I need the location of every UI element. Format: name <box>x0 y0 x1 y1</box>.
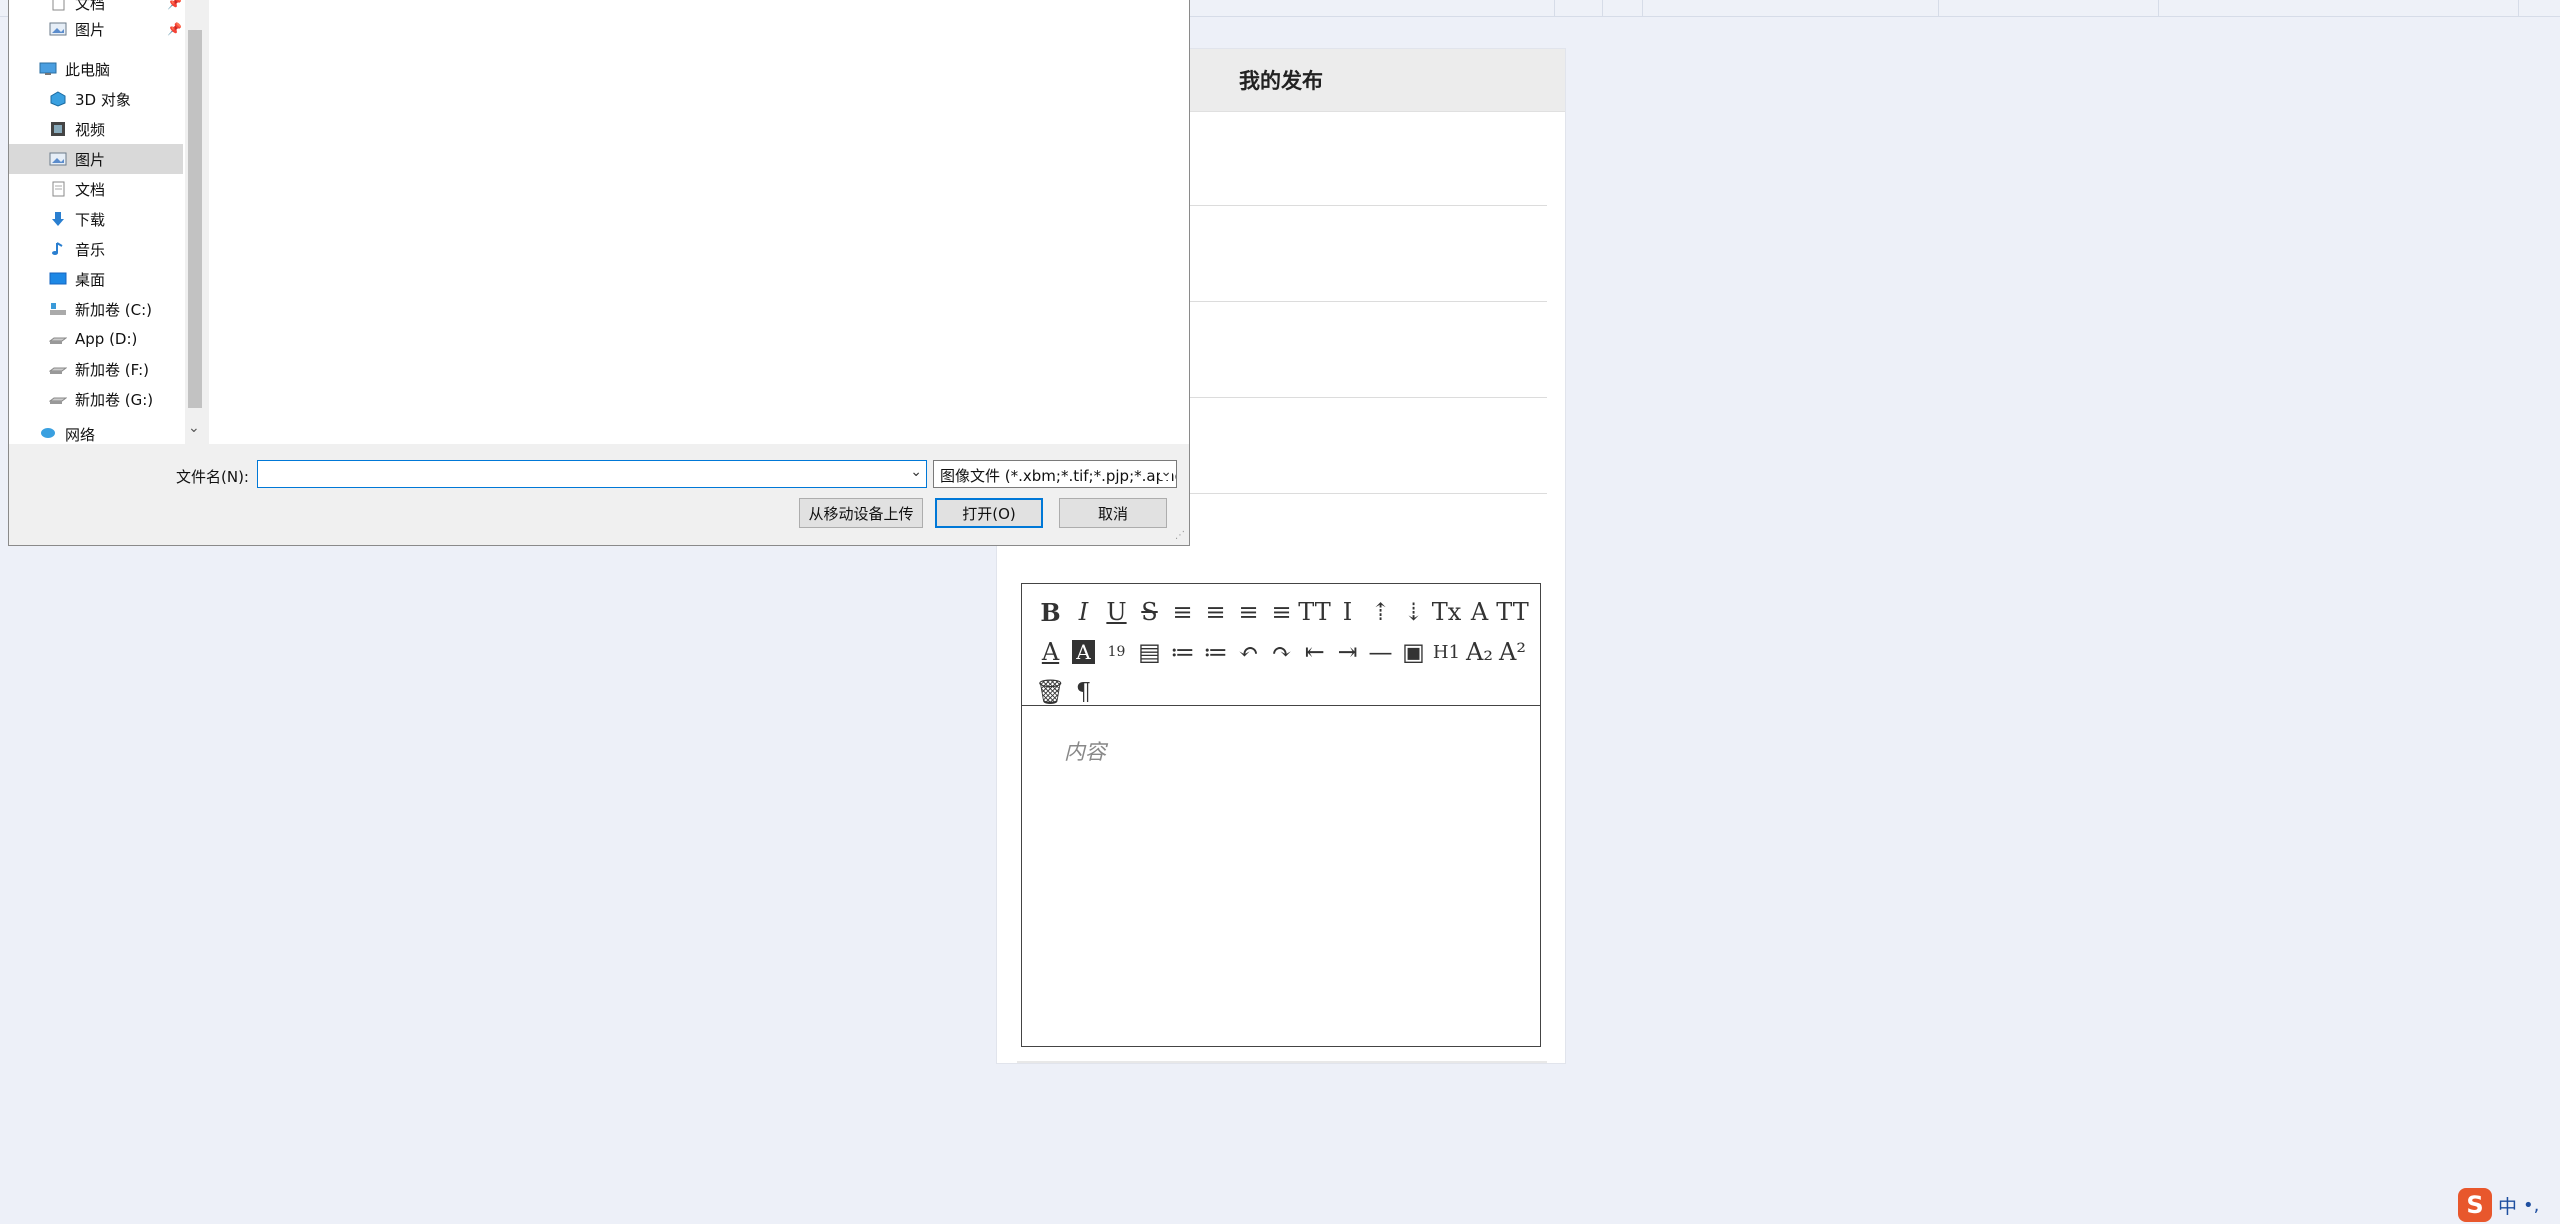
pin-icon: 📌 <box>167 22 182 36</box>
nav-separator <box>1602 0 1603 16</box>
pictures-icon <box>49 152 67 166</box>
line-height-icon[interactable]: TT <box>1298 592 1331 632</box>
ordered-list-icon[interactable]: ≔ <box>1166 632 1199 672</box>
navigation-pane: 文档 📌 图片 📌 此电脑 3D 对象 视频 图片 文档 下载 音乐 桌面 新加… <box>9 0 205 444</box>
font-color-icon[interactable]: A <box>1034 632 1067 672</box>
ime-punctuation-mode[interactable]: •, <box>2523 1195 2539 1216</box>
document-icon <box>52 181 65 197</box>
pin-icon: 📌 <box>167 0 182 10</box>
cancel-button[interactable]: 取消 <box>1059 498 1167 528</box>
download-icon <box>52 212 64 226</box>
subscript-icon[interactable]: A₂ <box>1463 632 1496 672</box>
sogou-logo-icon: S <box>2458 1188 2492 1222</box>
paste-icon[interactable]: ▤ <box>1133 632 1166 672</box>
desktop-icon <box>49 272 67 285</box>
indent-icon[interactable]: ⇥ <box>1331 632 1364 672</box>
font-size-icon[interactable]: TT <box>1496 592 1529 632</box>
insert-image-icon[interactable]: ▣ <box>1397 632 1430 672</box>
paragraph-icon[interactable]: ¶ <box>1067 672 1100 712</box>
heading-icon[interactable]: H1 <box>1430 632 1463 672</box>
network-icon <box>41 428 55 438</box>
chevron-down-icon[interactable]: ⌄ <box>1160 464 1172 480</box>
open-button[interactable]: 打开(O) <box>935 498 1043 528</box>
nav-separator <box>2158 0 2159 16</box>
nav-separator <box>2518 0 2519 16</box>
drive-icon <box>50 303 66 315</box>
upload-from-mobile-button[interactable]: 从移动设备上传 <box>799 498 923 528</box>
panel-bottom-divider <box>1017 1061 1547 1063</box>
text-cursor-icon[interactable]: I <box>1331 592 1364 632</box>
redo-icon[interactable]: ↷ <box>1265 632 1298 672</box>
date-icon[interactable]: 19 <box>1100 632 1133 672</box>
nav-separator <box>1642 0 1643 16</box>
align-left-icon[interactable]: ≡ <box>1166 592 1199 632</box>
align-justify-icon[interactable]: ≡ <box>1265 592 1298 632</box>
document-icon <box>52 0 65 11</box>
nav-separator <box>1554 0 1555 16</box>
filename-label: 文件名(N): <box>176 468 249 486</box>
file-open-dialog: 文档 📌 图片 📌 此电脑 3D 对象 视频 图片 文档 下载 音乐 桌面 新加… <box>8 0 1190 546</box>
italic-icon[interactable]: I <box>1067 592 1100 632</box>
chevron-down-icon[interactable]: ⌄ <box>910 464 922 480</box>
file-list-area[interactable] <box>209 0 1189 444</box>
scrollbar-thumb[interactable] <box>188 30 202 408</box>
underline-icon[interactable]: U <box>1100 592 1133 632</box>
superscript-icon[interactable]: A² <box>1496 632 1529 672</box>
3d-objects-icon <box>50 91 66 107</box>
horizontal-rule-icon[interactable]: — <box>1364 632 1397 672</box>
ime-indicator[interactable]: S 中 •, <box>2458 1188 2539 1222</box>
font-family-icon[interactable]: A <box>1463 592 1496 632</box>
align-right-icon[interactable]: ≡ <box>1232 592 1265 632</box>
file-type-select[interactable]: 图像文件 (*.xbm;*.tif;*.pjp;*.apng ⌄ <box>933 460 1177 488</box>
nav-scrollbar[interactable]: ⌄ <box>185 0 205 444</box>
bold-icon[interactable]: B <box>1034 592 1067 632</box>
nav-item-pictures[interactable]: 图片 <box>9 144 183 174</box>
ime-language[interactable]: 中 <box>2498 1192 2517 1219</box>
drive-icon <box>49 367 67 374</box>
resize-grip-icon[interactable]: ⋰ <box>1175 530 1185 541</box>
video-icon <box>51 122 65 136</box>
drive-icon <box>49 337 67 344</box>
nav-separator <box>1938 0 1939 16</box>
music-icon <box>52 242 63 255</box>
rich-text-editor[interactable]: B I U S ≡ ≡ ≡ ≡ TT I ⇡ ⇣ Tx A TT A A 19 … <box>1021 583 1541 1047</box>
trash-icon[interactable]: 🗑 <box>1034 672 1067 712</box>
computer-icon <box>39 62 57 75</box>
outdent-icon[interactable]: ⇤ <box>1298 632 1331 672</box>
space-after-icon[interactable]: ⇣ <box>1397 592 1430 632</box>
unordered-list-icon[interactable]: ≔ <box>1199 632 1232 672</box>
chevron-down-icon[interactable]: ⌄ <box>188 420 200 436</box>
drive-icon <box>49 397 67 404</box>
filename-input[interactable]: ⌄ <box>257 460 927 488</box>
pictures-icon <box>49 22 67 36</box>
undo-icon[interactable]: ↶ <box>1232 632 1265 672</box>
background-color-icon[interactable]: A <box>1067 632 1100 672</box>
strikethrough-icon[interactable]: S <box>1133 592 1166 632</box>
align-center-icon[interactable]: ≡ <box>1199 592 1232 632</box>
editor-placeholder: 内容 <box>1064 740 1106 764</box>
editor-toolbar: B I U S ≡ ≡ ≡ ≡ TT I ⇡ ⇣ Tx A TT A A 19 … <box>1022 584 1540 706</box>
space-before-icon[interactable]: ⇡ <box>1364 592 1397 632</box>
clear-format-icon[interactable]: Tx <box>1430 592 1463 632</box>
